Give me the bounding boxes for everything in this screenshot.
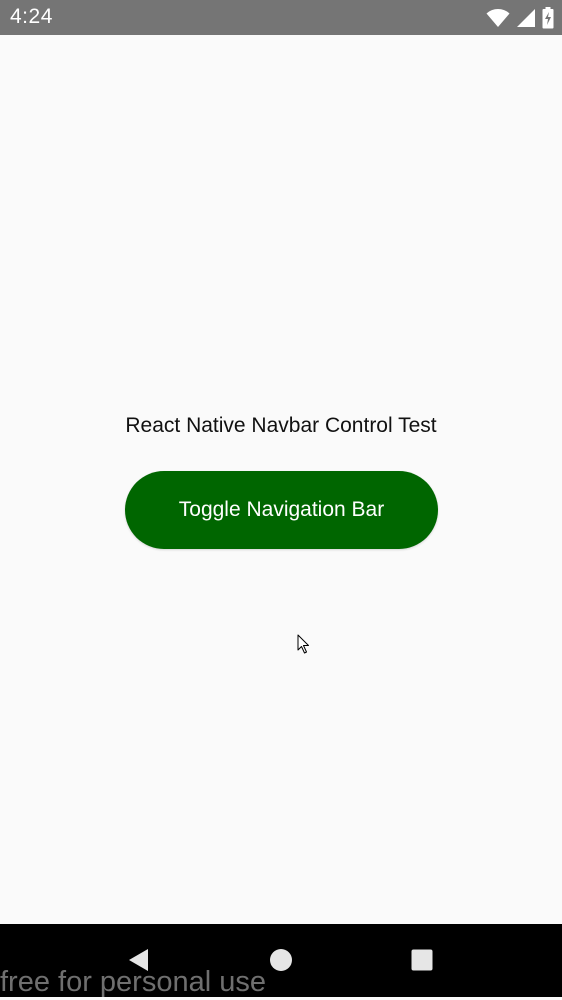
main-content: React Native Navbar Control Test Toggle … — [0, 35, 562, 924]
recents-button[interactable] — [408, 948, 436, 976]
signal-icon — [516, 8, 536, 28]
status-time: 4:24 — [10, 5, 53, 28]
watermark-text: free for personal use — [0, 966, 266, 998]
toggle-navigation-bar-button[interactable]: Toggle Navigation Bar — [125, 471, 438, 549]
wifi-icon — [486, 8, 510, 28]
page-title: React Native Navbar Control Test — [125, 414, 437, 437]
recents-icon — [410, 948, 434, 977]
home-icon — [269, 948, 293, 977]
home-button[interactable] — [267, 948, 295, 976]
status-bar: 4:24 — [0, 0, 562, 35]
status-icons — [486, 7, 554, 29]
battery-charging-icon — [542, 7, 554, 29]
mouse-cursor-icon — [297, 634, 311, 660]
